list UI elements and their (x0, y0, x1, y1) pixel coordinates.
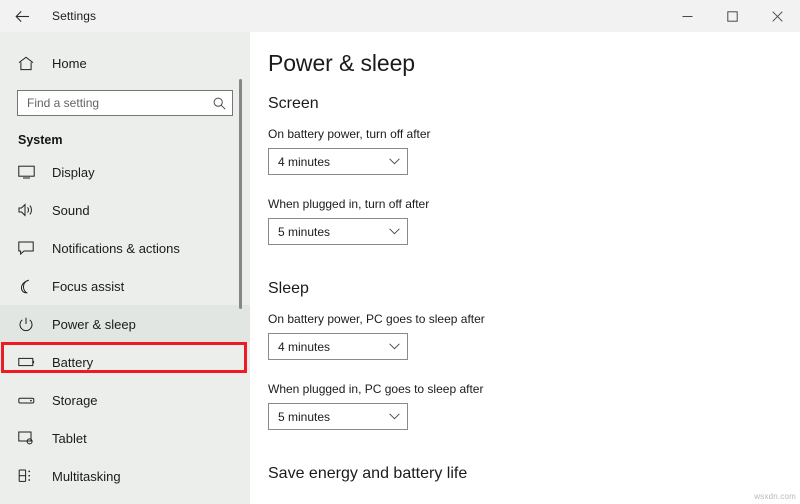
screen-battery-dropdown[interactable]: 4 minutes (268, 148, 408, 175)
tablet-icon (18, 431, 40, 445)
notification-icon (18, 241, 40, 255)
window-title: Settings (52, 9, 97, 23)
storage-icon (18, 395, 40, 406)
minimize-button[interactable] (665, 0, 710, 32)
sidebar-item-home[interactable]: Home (0, 46, 250, 80)
watermark: wsxdn.com (754, 492, 796, 501)
main-content: Power & sleep Screen On battery power, t… (250, 32, 800, 504)
window-body: Home System Displa (0, 32, 800, 504)
sidebar-item-focus-assist-label: Focus assist (52, 278, 125, 294)
sidebar: Home System Displa (0, 32, 250, 504)
screen-battery-value: 4 minutes (278, 154, 331, 169)
sidebar-item-notifications-label: Notifications & actions (52, 240, 180, 256)
multitasking-icon (18, 469, 40, 483)
sidebar-item-display-label: Display (52, 164, 95, 180)
sidebar-nav-list: Display Sound Notifications & actions Fo… (0, 153, 250, 495)
screen-section-title: Screen (268, 95, 319, 112)
search-icon (213, 97, 226, 110)
sleep-section-title: Sleep (268, 280, 309, 297)
search-box[interactable] (17, 90, 233, 116)
close-button[interactable] (755, 0, 800, 32)
monitor-icon (18, 165, 40, 179)
sidebar-item-multitasking[interactable]: Multitasking (0, 457, 250, 495)
moon-icon (18, 279, 40, 294)
section-spacer-2 (268, 452, 800, 465)
sleep-plugged-label: When plugged in, PC goes to sleep after (268, 382, 484, 396)
screen-plugged-dropdown[interactable]: 5 minutes (268, 218, 408, 245)
sidebar-item-battery[interactable]: Battery (0, 343, 250, 381)
sidebar-item-power-and-sleep-label: Power & sleep (52, 316, 136, 332)
chevron-down-icon (389, 228, 400, 235)
sleep-plugged-dropdown[interactable]: 5 minutes (268, 403, 408, 430)
sidebar-item-multitasking-label: Multitasking (52, 468, 121, 484)
sidebar-item-sound-label: Sound (52, 202, 90, 218)
screen-battery-label: On battery power, turn off after (268, 127, 431, 141)
battery-icon (18, 356, 40, 368)
home-icon (18, 56, 40, 71)
sidebar-group-title: System (18, 133, 63, 147)
chevron-down-icon (389, 413, 400, 420)
page-title: Power & sleep (268, 50, 415, 76)
screen-plugged-label: When plugged in, turn off after (268, 197, 430, 211)
settings-window: Settings Home Find a setting System Disp… (0, 0, 800, 504)
sidebar-scrollbar-track[interactable] (239, 32, 246, 504)
title-bar: Settings (0, 0, 800, 32)
sidebar-scrollbar-thumb[interactable] (239, 79, 242, 309)
sidebar-item-tablet[interactable]: Tablet (0, 419, 250, 457)
chevron-down-icon (389, 343, 400, 350)
sleep-battery-value: 4 minutes (278, 339, 331, 354)
sidebar-item-display[interactable]: Display (0, 153, 250, 191)
search-input[interactable] (27, 96, 213, 110)
sidebar-item-focus-assist[interactable]: Focus assist (0, 267, 250, 305)
sleep-battery-label: On battery power, PC goes to sleep after (268, 312, 485, 326)
screen-plugged-value: 5 minutes (278, 224, 331, 239)
sidebar-item-sound[interactable]: Sound (0, 191, 250, 229)
save-energy-section-title: Save energy and battery life (268, 465, 468, 482)
maximize-button[interactable] (710, 0, 755, 32)
sidebar-item-home-label: Home (52, 55, 87, 71)
sidebar-item-storage[interactable]: Storage (0, 381, 250, 419)
sidebar-item-battery-label: Battery (52, 354, 94, 370)
sleep-battery-dropdown[interactable]: 4 minutes (268, 333, 408, 360)
sidebar-item-power-and-sleep[interactable]: Power & sleep (0, 305, 250, 343)
sleep-plugged-value: 5 minutes (278, 409, 331, 424)
window-controls (665, 0, 800, 32)
sidebar-item-notifications[interactable]: Notifications & actions (0, 229, 250, 267)
sidebar-item-storage-label: Storage (52, 392, 98, 408)
speaker-icon (18, 203, 40, 217)
chevron-down-icon (389, 158, 400, 165)
power-icon (18, 317, 40, 332)
sidebar-item-tablet-label: Tablet (52, 430, 87, 446)
back-arrow-icon[interactable] (0, 0, 44, 32)
